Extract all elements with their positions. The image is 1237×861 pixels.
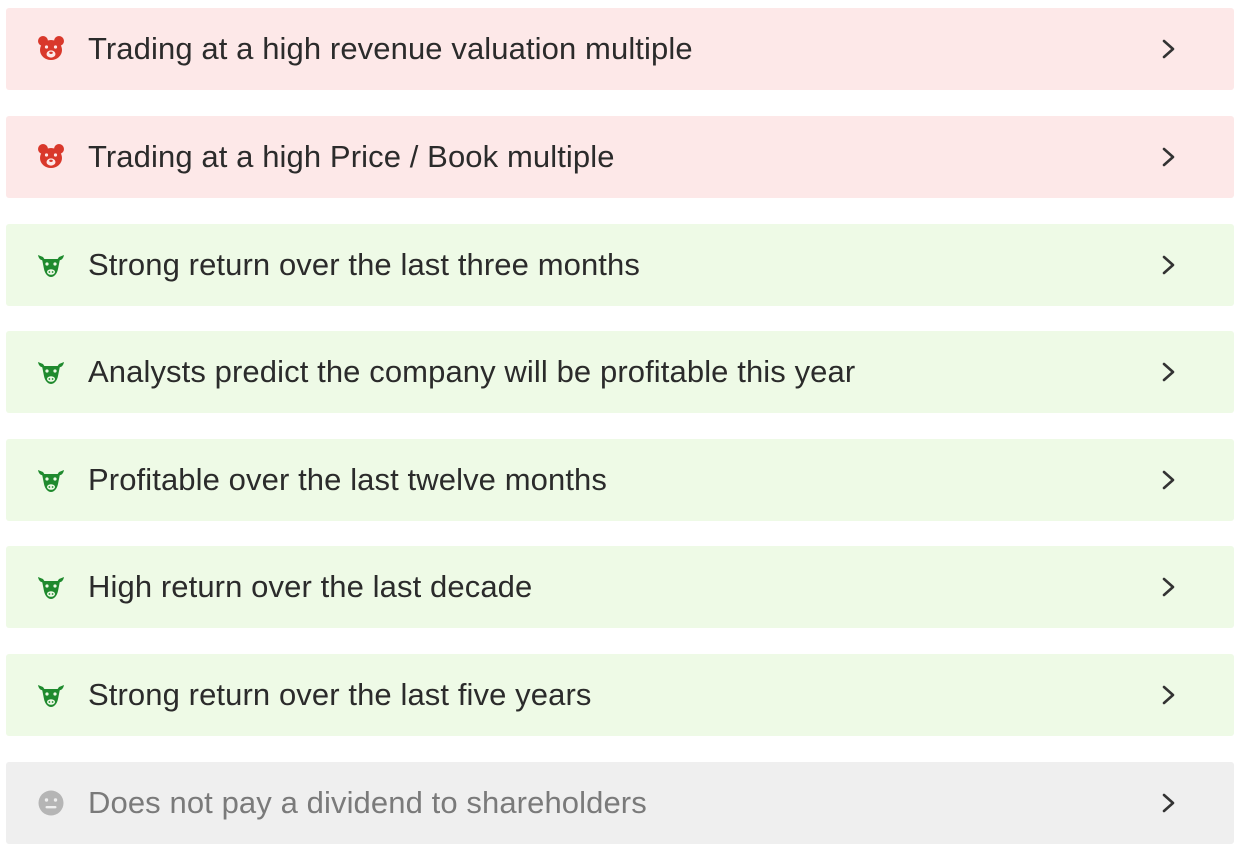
insight-row[interactable]: Trading at a high revenue valuation mult… bbox=[6, 8, 1234, 90]
insight-row[interactable]: Strong return over the last three months bbox=[6, 224, 1234, 306]
insight-label: Trading at a high revenue valuation mult… bbox=[88, 31, 693, 66]
chevron-right-icon[interactable] bbox=[1160, 684, 1178, 706]
insight-label: Strong return over the last five years bbox=[88, 677, 592, 712]
chevron-right-icon[interactable] bbox=[1160, 38, 1178, 60]
insight-row[interactable]: Profitable over the last twelve months bbox=[6, 439, 1234, 521]
insight-row[interactable]: High return over the last decade bbox=[6, 546, 1234, 628]
bear-icon bbox=[36, 142, 66, 172]
bull-icon bbox=[36, 357, 66, 387]
chevron-right-icon[interactable] bbox=[1160, 254, 1178, 276]
insight-row[interactable]: Trading at a high Price / Book multiple bbox=[6, 116, 1234, 198]
bear-icon bbox=[36, 34, 66, 64]
insight-label: Analysts predict the company will be pro… bbox=[88, 354, 856, 389]
chevron-right-icon[interactable] bbox=[1160, 146, 1178, 168]
chevron-right-icon[interactable] bbox=[1160, 576, 1178, 598]
bull-icon bbox=[36, 465, 66, 495]
chevron-right-icon[interactable] bbox=[1160, 792, 1178, 814]
insights-list: Trading at a high revenue valuation mult… bbox=[0, 0, 1237, 861]
insight-label: Trading at a high Price / Book multiple bbox=[88, 139, 615, 174]
insight-label: High return over the last decade bbox=[88, 569, 533, 604]
bull-icon bbox=[36, 250, 66, 280]
chevron-right-icon[interactable] bbox=[1160, 361, 1178, 383]
insight-row[interactable]: Analysts predict the company will be pro… bbox=[6, 331, 1234, 413]
insight-label: Strong return over the last three months bbox=[88, 247, 640, 282]
insight-label: Profitable over the last twelve months bbox=[88, 462, 607, 497]
insight-label: Does not pay a dividend to shareholders bbox=[88, 785, 647, 820]
bull-icon bbox=[36, 572, 66, 602]
insight-row[interactable]: Strong return over the last five years bbox=[6, 654, 1234, 736]
bull-icon bbox=[36, 680, 66, 710]
chevron-right-icon[interactable] bbox=[1160, 469, 1178, 491]
neutral-face-icon bbox=[36, 788, 66, 818]
insight-row[interactable]: Does not pay a dividend to shareholders bbox=[6, 762, 1234, 844]
